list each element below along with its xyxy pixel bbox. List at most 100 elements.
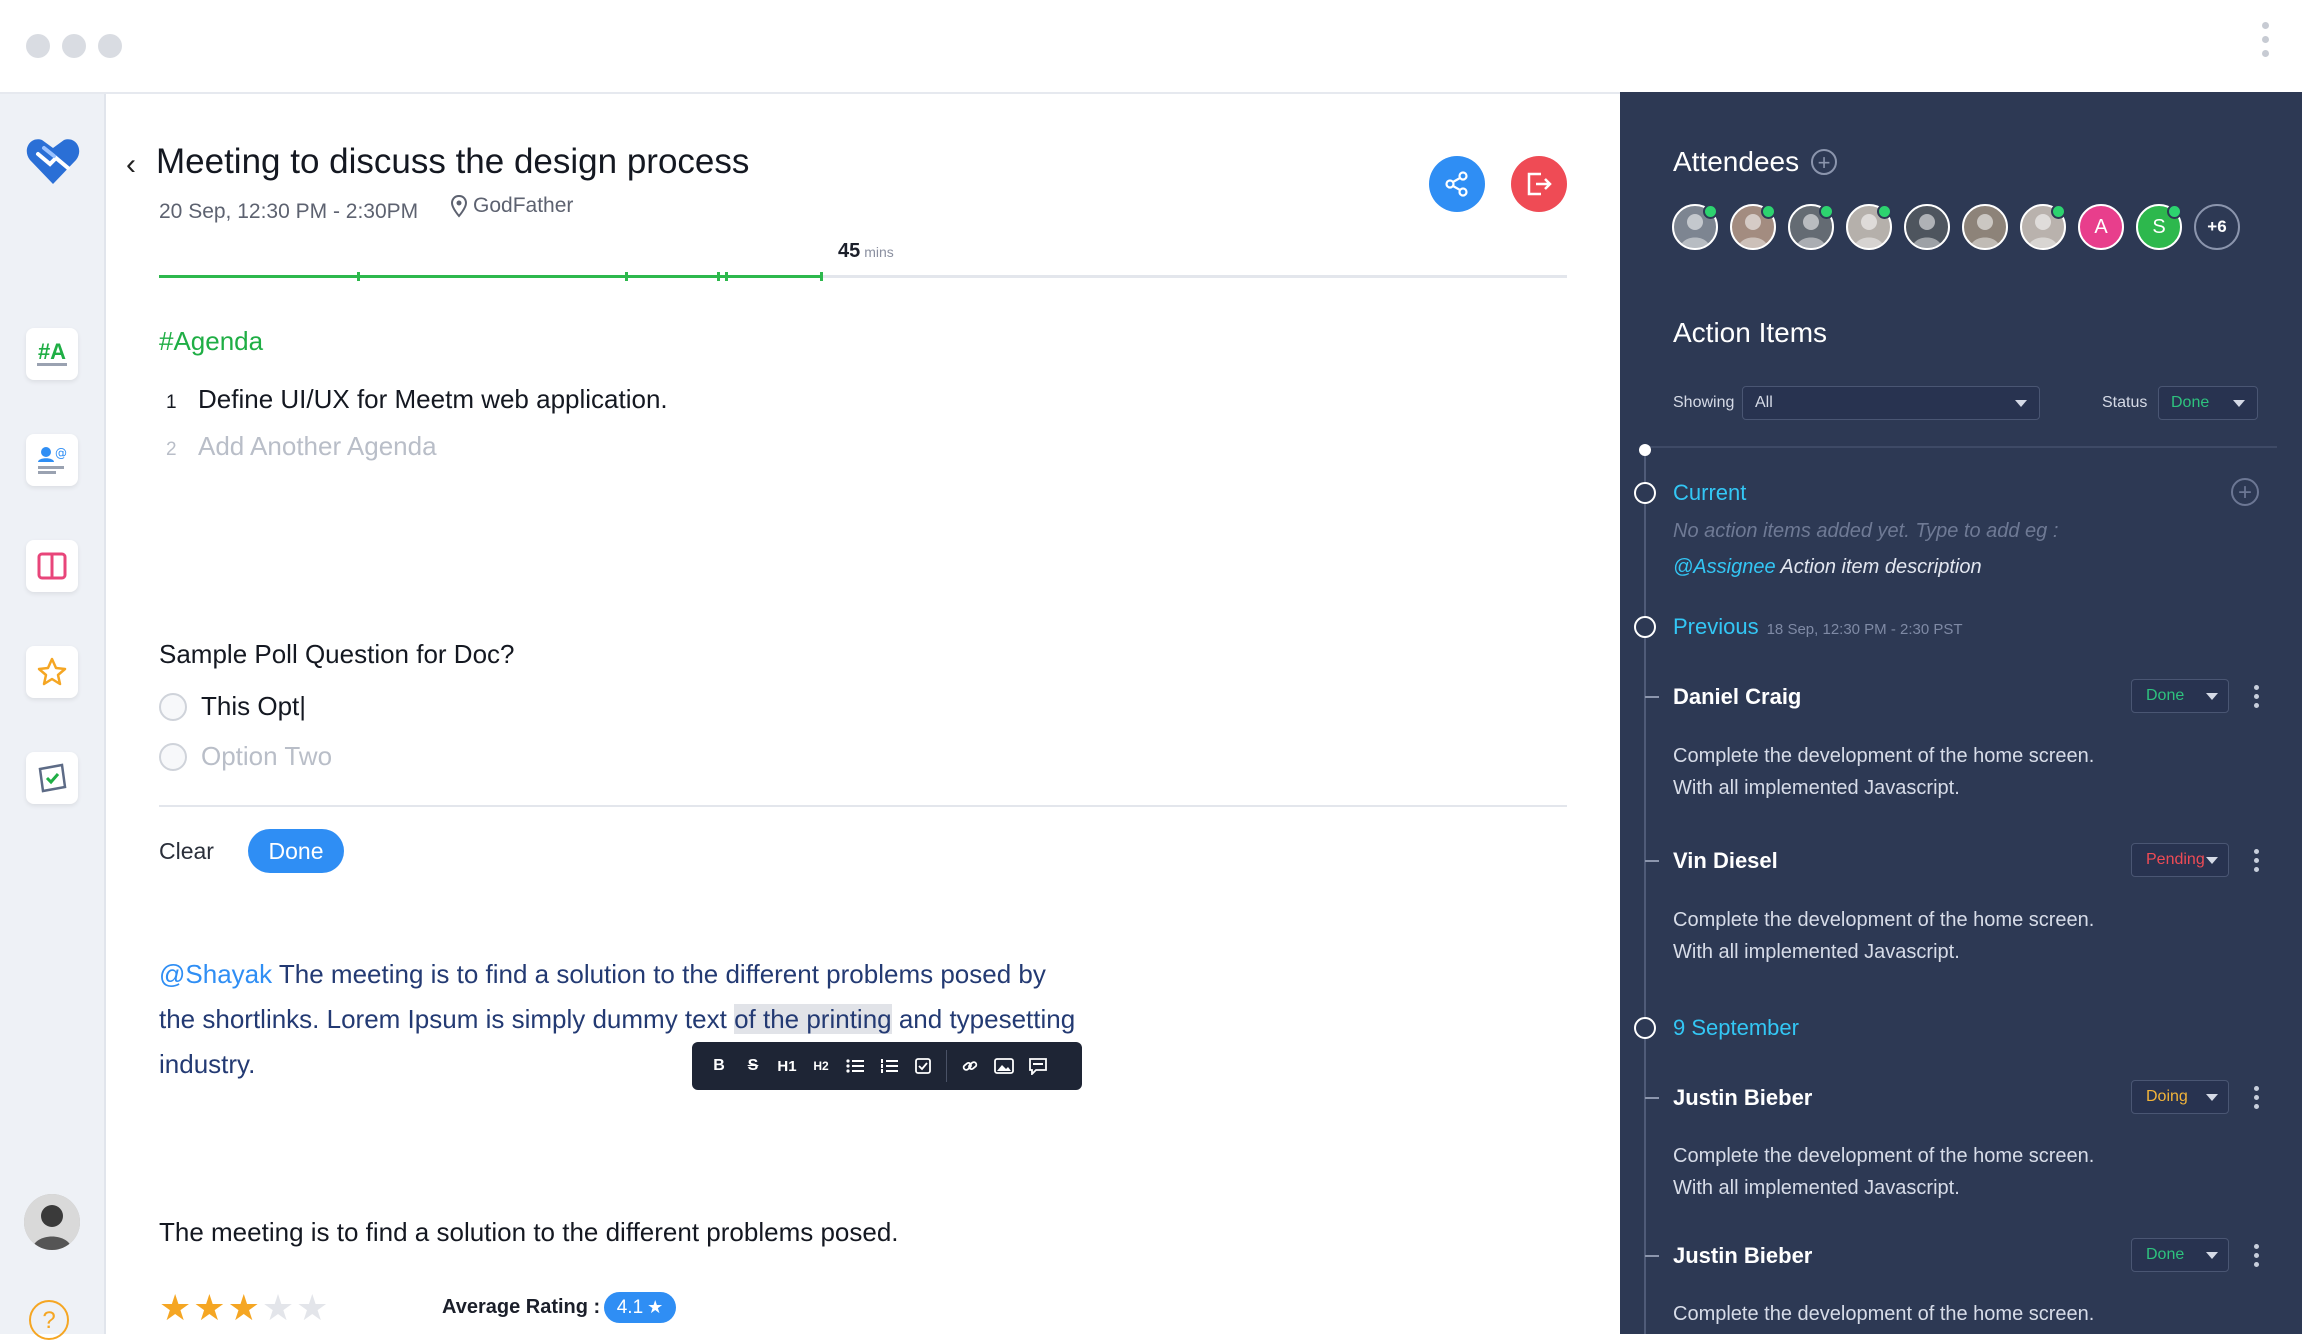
average-rating-label: Average Rating : <box>442 1296 601 1318</box>
timeline-node <box>1634 1017 1656 1039</box>
inbox-check-icon[interactable] <box>26 752 78 804</box>
attendee-avatar[interactable]: S <box>2136 204 2182 250</box>
poll-option[interactable]: Option Two <box>159 741 332 772</box>
heading2-icon[interactable]: H2 <box>804 1042 838 1090</box>
back-chevron-icon[interactable]: ‹ <box>126 148 136 182</box>
attendee-avatar[interactable] <box>1672 204 1718 250</box>
add-action-item-icon[interactable]: + <box>2231 478 2259 506</box>
heading2-label: H2 <box>813 1059 829 1073</box>
attendee-avatar[interactable] <box>1962 204 2008 250</box>
action-item-description: Complete the development of the home scr… <box>1673 904 2143 968</box>
meeting-datetime: 20 Sep, 12:30 PM - 2:30PM <box>159 200 419 223</box>
online-indicator <box>1703 204 1718 219</box>
window-maximize-dot[interactable] <box>98 34 122 58</box>
attendee-avatar[interactable]: A <box>2078 204 2124 250</box>
rating-star-icon[interactable]: ★ <box>159 1290 191 1326</box>
timeline-tick <box>1645 860 1659 862</box>
attendee-avatar[interactable] <box>1904 204 1950 250</box>
rating-star-icon[interactable]: ★ <box>296 1290 328 1326</box>
chevron-down-icon <box>2206 1093 2218 1101</box>
bullet-list-icon[interactable] <box>838 1042 872 1090</box>
agenda-icon-label: #A <box>37 338 67 364</box>
poll-option[interactable]: This Opt| <box>159 691 306 722</box>
leave-meeting-button[interactable] <box>1511 156 1567 212</box>
chevron-down-icon <box>2233 399 2245 407</box>
add-attendee-icon[interactable]: + <box>1811 149 1838 175</box>
sidebar: #A @ ? <box>0 94 106 1340</box>
action-item-assignee: Vin Diesel <box>1673 848 1778 873</box>
attendee-avatar[interactable] <box>1846 204 1892 250</box>
action-item-assignee: Justin Bieber <box>1673 1085 1813 1110</box>
attendee-list: A S +6 <box>1672 204 2240 250</box>
date-section-label: 9 September <box>1673 1015 1799 1040</box>
status-filter-label: Status <box>2102 394 2148 411</box>
heading1-icon[interactable]: H1 <box>770 1042 804 1090</box>
bold-icon[interactable]: B <box>702 1042 736 1090</box>
split-layout-icon[interactable] <box>26 540 78 592</box>
action-item-status: Doing <box>2146 1088 2188 1105</box>
heart-handshake-icon[interactable] <box>24 134 82 188</box>
more-options-icon[interactable] <box>2254 685 2260 712</box>
location-text: GodFather <box>473 194 574 217</box>
action-item-status-select[interactable]: Pending <box>2131 843 2229 877</box>
poll-question: Sample Poll Question for Doc? <box>159 639 515 669</box>
more-options-icon[interactable] <box>2254 1244 2260 1271</box>
star-icon[interactable] <box>26 646 78 698</box>
showing-select[interactable]: All <box>1742 386 2040 420</box>
poll-option-text[interactable]: This Opt| <box>201 691 306 722</box>
rating-star-icon[interactable]: ★ <box>228 1290 260 1326</box>
agenda-hashtag-icon[interactable]: #A <box>26 328 78 380</box>
people-mention-icon[interactable]: @ <box>26 434 78 486</box>
status-filter-select[interactable]: Done <box>2158 386 2258 420</box>
average-rating-value: 4.1 <box>616 1296 644 1318</box>
progress-tick <box>357 272 360 281</box>
action-items-heading: Action Items <box>1673 317 1828 348</box>
action-item-status-select[interactable]: Done <box>2131 1238 2229 1272</box>
user-avatar[interactable] <box>24 1194 80 1250</box>
checkbox-icon[interactable] <box>906 1042 940 1090</box>
poll-option-radio[interactable] <box>159 692 187 721</box>
clear-poll-button[interactable]: Clear <box>159 838 214 865</box>
action-item-status-select[interactable]: Doing <box>2131 1080 2229 1114</box>
action-item-status-select[interactable]: Done <box>2131 679 2229 713</box>
timeline-node <box>1634 616 1656 638</box>
description-line: With all implemented Javascript. <box>1673 1177 1960 1199</box>
poll-option-radio[interactable] <box>159 742 187 771</box>
action-item-description: Complete the development of the home scr… <box>1673 1140 2143 1204</box>
star-rating[interactable]: ★ ★ ★ ★ ★ <box>159 1290 328 1326</box>
timer-unit: mins <box>864 244 894 260</box>
meeting-document: ‹ Meeting to discuss the design process … <box>106 94 1620 1334</box>
rating-star-icon[interactable]: ★ <box>193 1290 225 1326</box>
empty-hint: No action items added yet. Type to add e… <box>1673 520 2059 542</box>
link-icon[interactable] <box>953 1042 987 1090</box>
action-item-status: Pending <box>2146 851 2205 868</box>
help-icon[interactable]: ? <box>29 1300 69 1340</box>
window-close-dot[interactable] <box>26 34 50 58</box>
progress-marker[interactable] <box>820 272 823 281</box>
image-icon[interactable] <box>987 1042 1021 1090</box>
mention-link[interactable]: @Shayak <box>159 959 272 989</box>
add-agenda-input[interactable]: 2 Add Another Agenda <box>166 431 437 462</box>
window-menu-icon[interactable] <box>2262 22 2270 64</box>
window-minimize-dot[interactable] <box>62 34 86 58</box>
rating-star-icon[interactable]: ★ <box>262 1290 294 1326</box>
poll-option-text[interactable]: Option Two <box>201 741 332 772</box>
description-line: Complete the development of the home scr… <box>1673 1303 2095 1325</box>
hint-example[interactable]: @Assignee Action item description <box>1673 556 1982 579</box>
more-attendees-button[interactable]: +6 <box>2194 204 2240 250</box>
timeline-node <box>1634 482 1656 504</box>
numbered-list-icon[interactable] <box>872 1042 906 1090</box>
agenda-item[interactable]: 1 Define UI/UX for Meetm web application… <box>166 384 668 415</box>
attendee-avatar[interactable] <box>1788 204 1834 250</box>
description-line: Complete the development of the home scr… <box>1673 1145 2095 1167</box>
share-button[interactable] <box>1429 156 1485 212</box>
attendee-avatar[interactable] <box>2020 204 2066 250</box>
current-section-label: Current <box>1673 480 1747 505</box>
more-options-icon[interactable] <box>2254 849 2260 876</box>
elapsed-timer: 45 mins <box>838 240 894 263</box>
more-options-icon[interactable] <box>2254 1086 2260 1113</box>
comment-icon[interactable] <box>1021 1042 1055 1090</box>
done-poll-button[interactable]: Done <box>248 829 344 873</box>
attendee-avatar[interactable] <box>1730 204 1776 250</box>
strikethrough-icon[interactable]: S <box>736 1042 770 1090</box>
